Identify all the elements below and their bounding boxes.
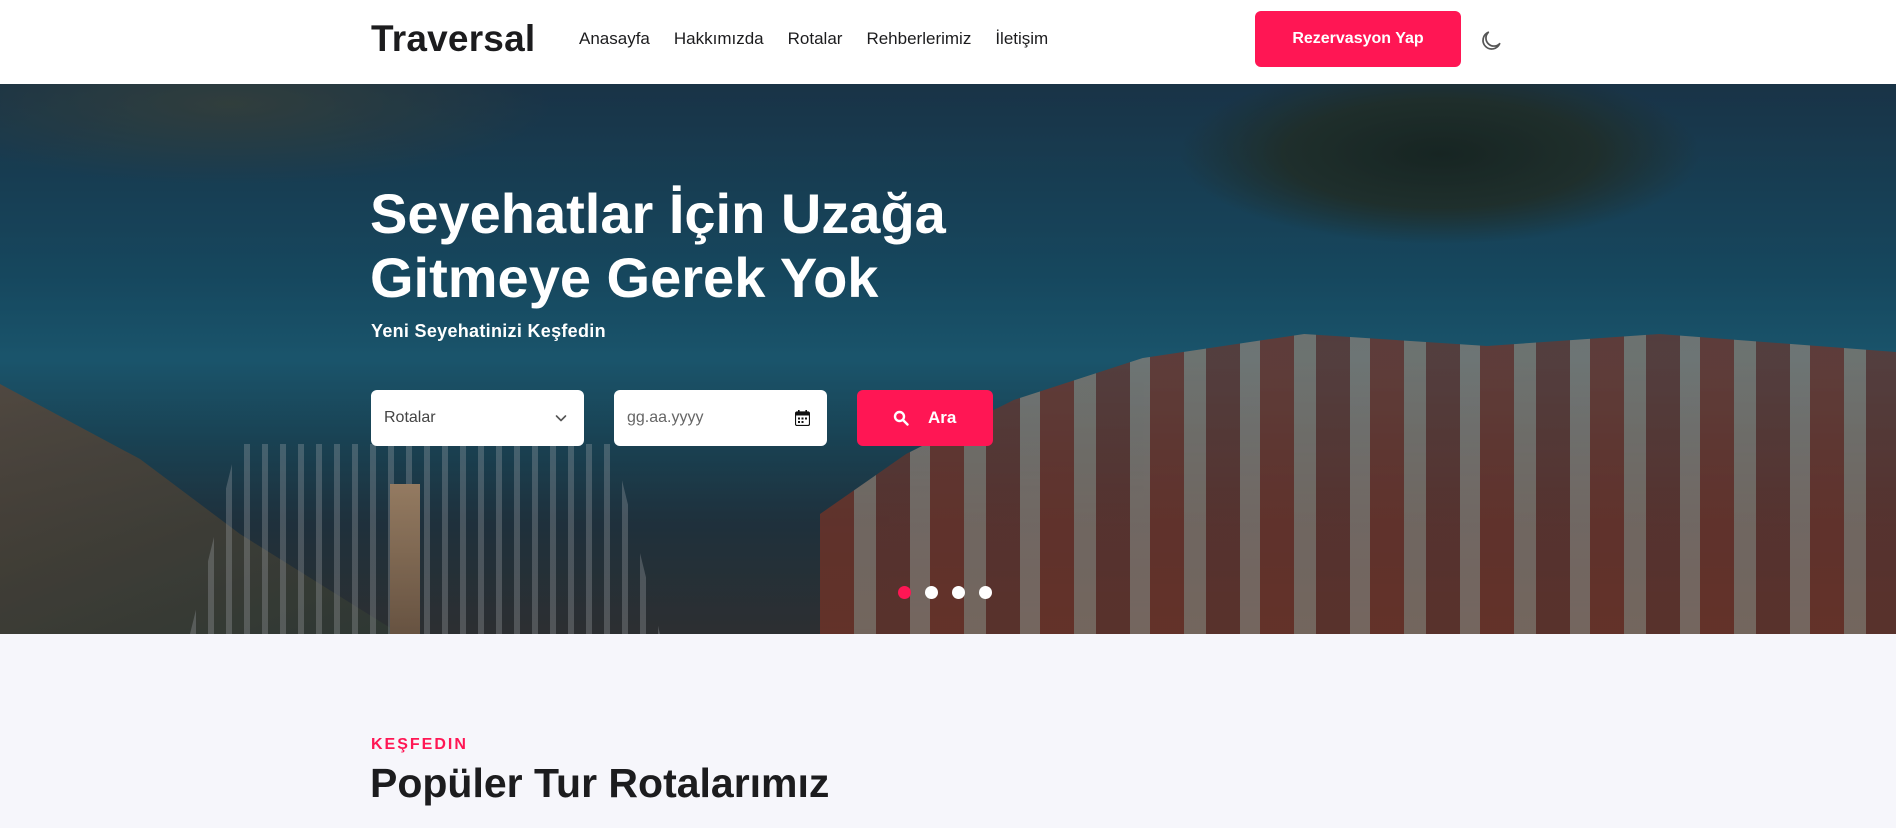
moon-icon[interactable] [1478,28,1504,54]
reservation-button[interactable]: Rezervasyon Yap [1255,11,1461,67]
hero-title-line-2: Gitmeye Gerek Yok [370,246,879,309]
hero-banner: Seyehatlar İçin Uzağa Gitmeye Gerek Yok … [0,84,1896,634]
slider-dot-3[interactable] [952,586,965,599]
search-button-label: Ara [928,408,957,427]
section-title: Popüler Tur Rotalarımız [370,760,830,806]
search-icon [893,410,909,426]
nav-link-about[interactable]: Hakkımızda [674,28,764,50]
slider-dot-2[interactable] [925,586,938,599]
search-button[interactable]: Ara [857,390,993,446]
section-eyebrow: KEŞFEDIN [371,736,468,753]
site-logo[interactable]: Traversal [371,18,535,60]
hero-title: Seyehatlar İçin Uzağa Gitmeye Gerek Yok [370,182,1070,310]
slider-dot-4[interactable] [979,586,992,599]
nav-link-contact[interactable]: İletişim [995,28,1048,50]
nav-link-guides[interactable]: Rehberlerimiz [866,28,971,50]
hero-title-line-1: Seyehatlar İçin Uzağa [370,182,946,245]
route-select-value: Rotalar [384,409,436,426]
slider-dots [898,586,992,599]
nav-link-routes[interactable]: Rotalar [788,28,843,50]
nav-link-home[interactable]: Anasayfa [579,28,650,50]
chevron-down-icon [555,415,567,422]
site-header: Traversal Anasayfa Hakkımızda Rotalar Re… [0,0,1896,84]
date-input[interactable]: gg.aa.yyyy [614,390,827,446]
hero-subtitle: Yeni Seyehatinizi Keşfedin [371,321,606,341]
hero-overlay [0,84,1896,634]
calendar-icon[interactable] [795,410,810,426]
slider-dot-1[interactable] [898,586,911,599]
route-select[interactable]: Rotalar [371,390,584,446]
date-input-placeholder: gg.aa.yyyy [627,409,704,426]
main-nav: Anasayfa Hakkımızda Rotalar Rehberlerimi… [579,28,1072,50]
